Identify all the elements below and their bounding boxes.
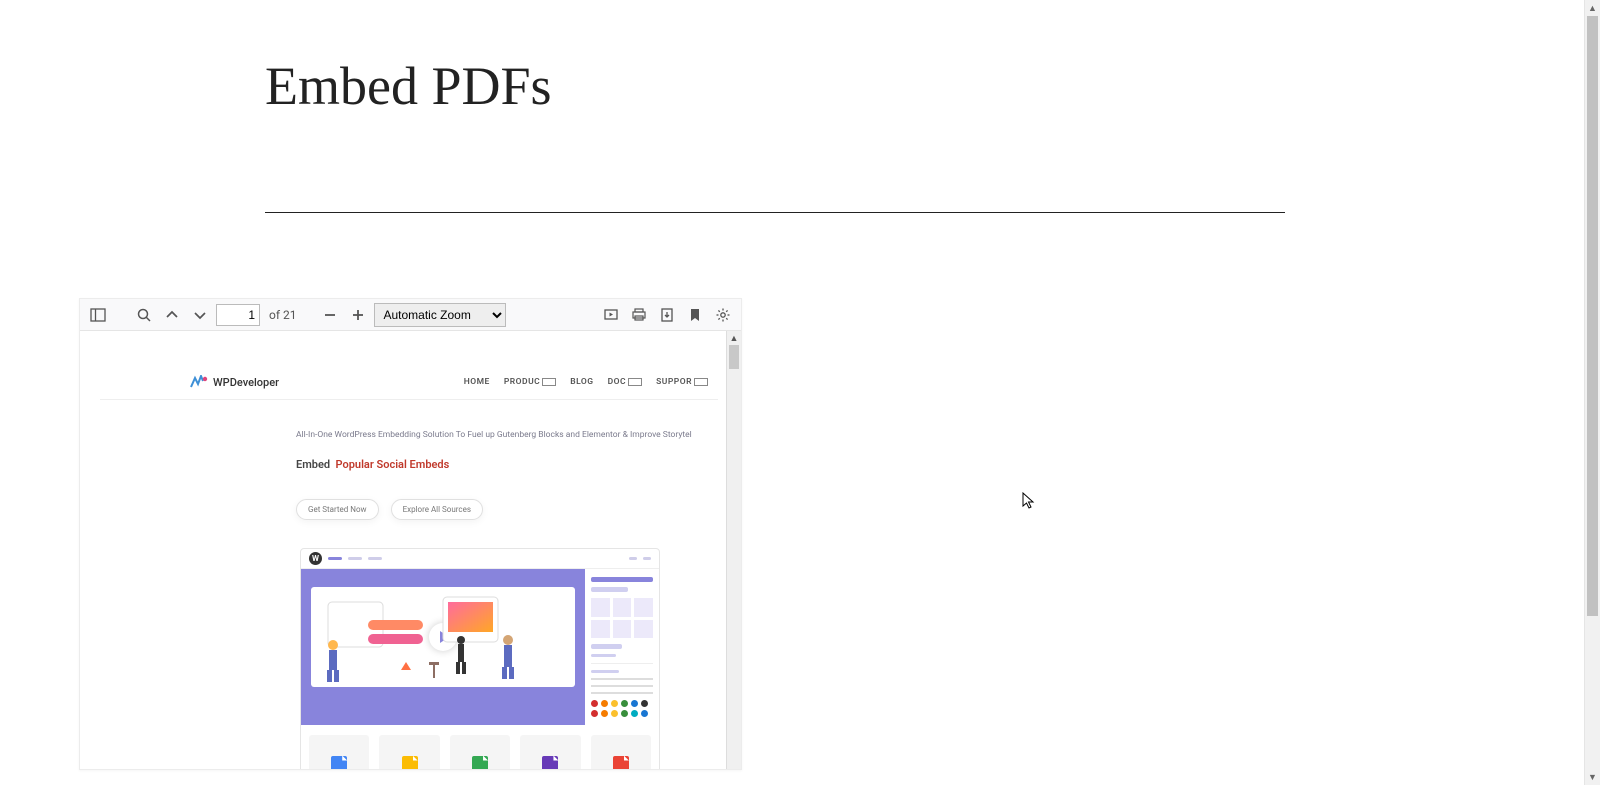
page-scroll-area[interactable]: Embed PDFs of 21 <box>0 0 1552 785</box>
page-total-label: of 21 <box>269 308 296 322</box>
doc-illustration: W <box>300 548 660 769</box>
search-button[interactable] <box>132 303 156 327</box>
scroll-thumb[interactable] <box>729 345 739 369</box>
bookmark-button[interactable] <box>683 303 707 327</box>
page-title: Embed PDFs <box>265 55 1552 117</box>
tools-button[interactable] <box>711 303 735 327</box>
logo-icon <box>190 375 208 389</box>
scroll-up-icon[interactable]: ▲ <box>727 331 741 345</box>
nav-home: HOME <box>464 377 490 387</box>
doc-headline: Embed Popular Social Embeds <box>296 458 708 471</box>
doc-tagline: All-In-One WordPress Embedding Solution … <box>296 430 708 440</box>
logo-text: WPDeveloper <box>213 376 279 389</box>
divider <box>265 212 1285 213</box>
nav-docs: DOC <box>608 377 642 387</box>
sidebar-toggle-button[interactable] <box>86 303 110 327</box>
zoom-out-button[interactable] <box>318 303 342 327</box>
doc-cta-primary: Get Started Now <box>296 499 379 520</box>
pdf-scrollbar[interactable]: ▲ <box>726 331 741 769</box>
doc-header: WPDeveloper HOME PRODUC BLOG DOC SUPPOR <box>100 351 718 400</box>
doc-cta-secondary: Explore All Sources <box>391 499 483 520</box>
print-button[interactable] <box>627 303 651 327</box>
wp-icon: W <box>309 552 322 565</box>
pdf-viewer: of 21 Automatic Zoom <box>79 298 742 770</box>
page-scrollbar[interactable]: ▲ ▼ <box>1584 0 1600 785</box>
page-scroll-thumb[interactable] <box>1587 16 1598 616</box>
doc-nav: HOME PRODUC BLOG DOC SUPPOR <box>464 377 708 387</box>
doc-hero: All-In-One WordPress Embedding Solution … <box>100 400 718 520</box>
doc-logo: WPDeveloper <box>190 375 279 389</box>
pdf-page: WPDeveloper HOME PRODUC BLOG DOC SUPPOR … <box>80 331 726 769</box>
download-button[interactable] <box>655 303 679 327</box>
pdf-content-area[interactable]: WPDeveloper HOME PRODUC BLOG DOC SUPPOR … <box>80 331 741 769</box>
zoom-in-button[interactable] <box>346 303 370 327</box>
zoom-select[interactable]: Automatic Zoom <box>374 303 506 327</box>
nav-support: SUPPOR <box>656 377 708 387</box>
page-scroll-down-icon[interactable]: ▼ <box>1585 769 1600 785</box>
nav-blog: BLOG <box>570 377 593 387</box>
nav-products: PRODUC <box>504 377 556 387</box>
prev-page-button[interactable] <box>160 303 184 327</box>
page-number-input[interactable] <box>216 304 260 326</box>
pdf-toolbar: of 21 Automatic Zoom <box>80 299 741 331</box>
page-scroll-up-icon[interactable]: ▲ <box>1585 0 1600 16</box>
presentation-mode-button[interactable] <box>599 303 623 327</box>
next-page-button[interactable] <box>188 303 212 327</box>
